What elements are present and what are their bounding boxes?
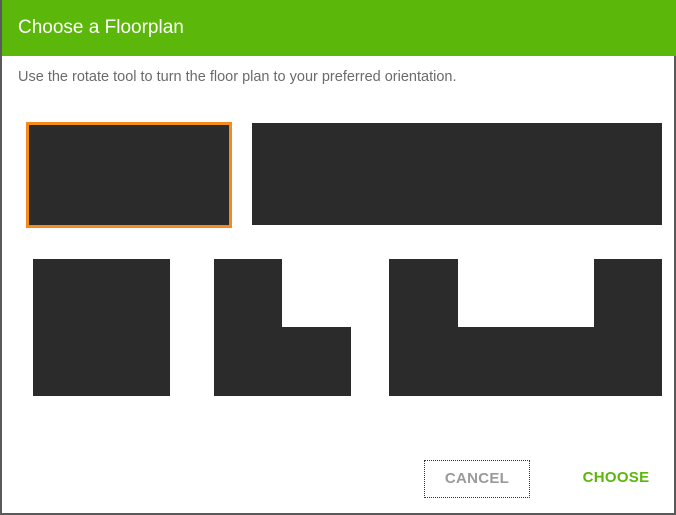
floorplan-option-u-shape[interactable] bbox=[389, 259, 662, 396]
floorplan-option-l-shape[interactable] bbox=[214, 259, 351, 396]
choose-floorplan-dialog: Choose a Floorplan Use the rotate tool t… bbox=[0, 0, 676, 515]
floorplan-option-rectangle[interactable] bbox=[29, 125, 229, 225]
dialog-title: Choose a Floorplan bbox=[18, 17, 184, 38]
rectangle-floorplan-icon bbox=[29, 125, 229, 225]
choose-button[interactable]: CHOOSE bbox=[570, 460, 662, 498]
dialog-header: Choose a Floorplan bbox=[2, 0, 676, 56]
square-floorplan-icon bbox=[33, 259, 170, 396]
instruction-text: Use the rotate tool to turn the floor pl… bbox=[18, 69, 457, 85]
floorplan-option-square[interactable] bbox=[33, 259, 170, 396]
wide-rectangle-floorplan-icon bbox=[252, 123, 662, 225]
floorplan-option-wide-rectangle[interactable] bbox=[252, 123, 662, 225]
cancel-button[interactable]: CANCEL bbox=[424, 460, 530, 498]
l-shape-floorplan-icon bbox=[214, 259, 351, 396]
u-shape-floorplan-icon bbox=[389, 259, 662, 396]
